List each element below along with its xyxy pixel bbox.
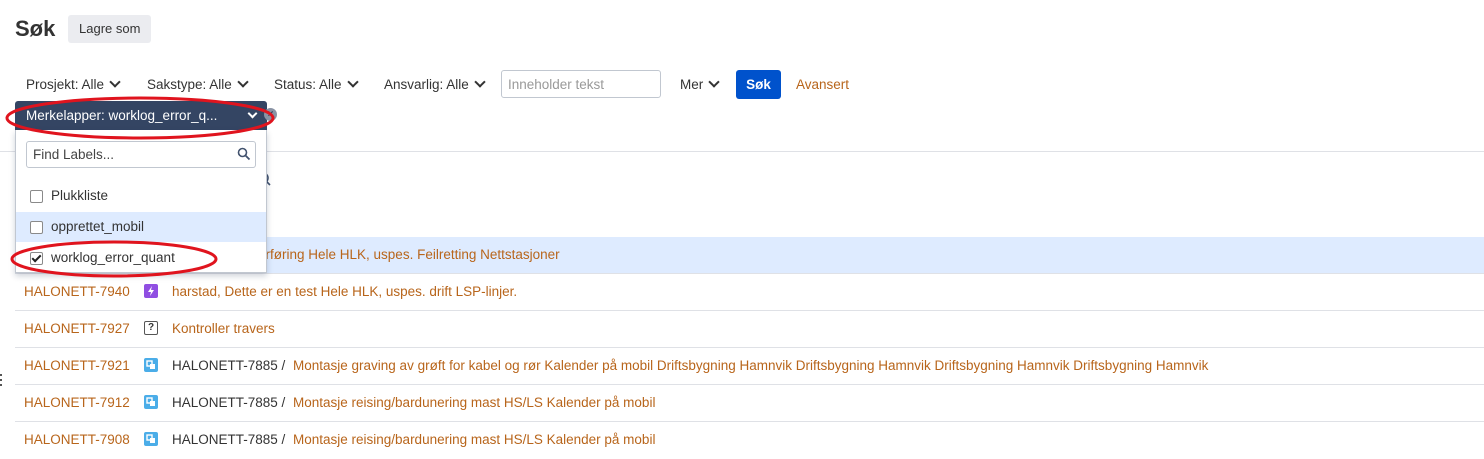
text-search-input[interactable] [501,70,661,98]
chevron-down-icon [346,76,359,88]
status-filter[interactable]: Status: Alle [274,76,359,92]
chevron-down-icon [708,76,720,88]
search-button[interactable]: Søk [736,70,781,99]
result-summary[interactable]: Montasje reising/bardunering mast HS/LS … [293,432,655,447]
status-filter-label: Status: Alle [274,77,342,92]
search-icon [237,147,251,161]
result-key[interactable]: HALONETT-7908 [24,432,130,447]
assignee-filter-label: Ansvarlig: Alle [384,77,469,92]
result-summary[interactable]: Montasje graving av grøft for kabel og r… [293,358,1208,373]
result-summary[interactable]: harstad, Dette er en test Hele HLK, uspe… [172,284,517,299]
resize-handle-icon [0,374,2,386]
advanced-link[interactable]: Avansert [796,77,849,92]
checkbox[interactable] [30,190,43,203]
chevron-down-icon [247,108,258,119]
result-summary[interactable]: erføring Hele HLK, uspes. Feilretting Ne… [258,247,560,262]
labels-filter[interactable]: Merkelapper: worklog_error_q... × [15,101,277,130]
label-option-text: Plukkliste [51,188,109,203]
page-title: Søk [15,16,56,41]
result-row[interactable]: HALONETT-7912 HALONETT-7885 / Montasje r… [15,385,1484,422]
parent-key[interactable]: HALONETT-7885 / [172,432,285,447]
result-row[interactable]: HALONETT-7927 ? Kontroller travers [15,311,1484,348]
label-option[interactable]: Plukkliste [16,181,266,211]
result-summary[interactable]: Kontroller travers [172,321,275,336]
checkbox-checked[interactable] [30,252,43,265]
chevron-down-icon [109,76,121,88]
label-option[interactable]: worklog_error_quant [16,243,266,273]
result-row[interactable]: HALONETT-7908 HALONETT-7885 / Montasje r… [15,422,1484,459]
save-as-button[interactable]: Lagre som [68,15,152,43]
parent-key[interactable]: HALONETT-7885 / [172,358,285,373]
issuetype-filter[interactable]: Sakstype: Alle [147,76,249,92]
issuetype-filter-label: Sakstype: Alle [147,77,232,92]
result-summary[interactable]: Montasje reising/bardunering mast HS/LS … [293,395,655,410]
subtask-icon [144,395,158,409]
project-filter-label: Prosjekt: Alle [26,77,105,92]
chevron-down-icon [474,76,486,88]
more-filter-label: Mer [680,77,704,92]
assignee-filter[interactable]: Ansvarlig: Alle [384,76,486,92]
result-key[interactable]: HALONETT-7912 [24,395,130,410]
result-key[interactable]: HALONETT-7921 [24,358,130,373]
purple-bolt-icon [144,284,158,298]
project-filter[interactable]: Prosjekt: Alle [26,76,121,92]
label-option-text: opprettet_mobil [51,219,145,234]
result-row[interactable]: HALONETT-7921 HALONETT-7885 / Montasje g… [15,348,1484,385]
subtask-icon [144,358,158,372]
result-row[interactable]: HALONETT-7940 harstad, Dette er en test … [15,274,1484,311]
labels-filter-label: Merkelapper: worklog_error_q... [26,108,218,123]
more-filter[interactable]: Mer [680,76,720,92]
label-option-text: worklog_error_quant [51,250,175,265]
checkbox[interactable] [30,221,43,234]
result-key[interactable]: HALONETT-7927 [24,321,130,336]
clear-filter-icon[interactable]: × [264,108,277,121]
question-icon: ? [144,321,158,335]
chevron-down-icon [237,76,249,88]
result-key[interactable]: HALONETT-7940 [24,284,130,299]
parent-key[interactable]: HALONETT-7885 / [172,395,285,410]
subtask-icon [144,432,158,446]
labels-dropdown: Plukkliste opprettet_mobil worklog_error… [15,130,267,273]
label-option[interactable]: opprettet_mobil [16,212,266,242]
find-labels-input[interactable] [26,141,256,168]
